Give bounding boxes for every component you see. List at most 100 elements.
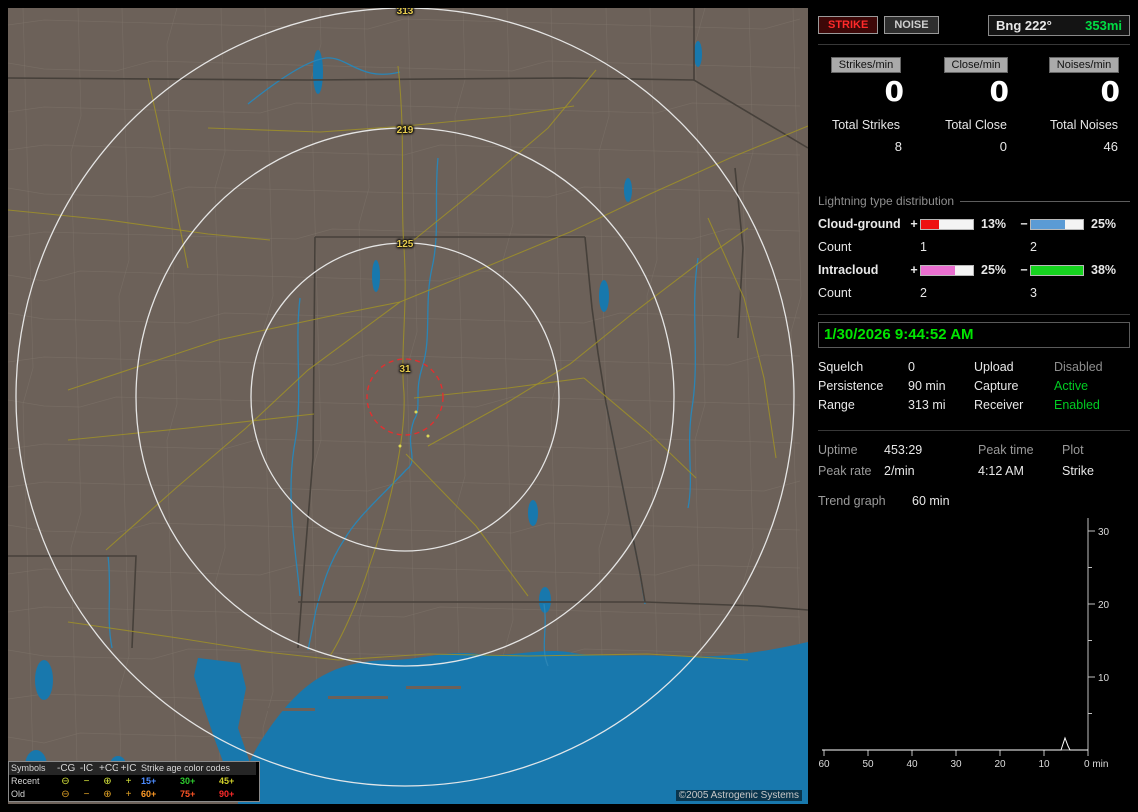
cg-negative-bar (1030, 218, 1084, 230)
age-30: 30+ (180, 776, 196, 786)
old-neg-ic-symbol: − (83, 789, 90, 800)
lightning-distribution-table: Cloud-ground + 13% − 25% Count 1 2 Intra… (818, 217, 1130, 300)
mode-toolbar: STRIKE NOISE Bng 222° 353mi (818, 14, 1130, 36)
legend-col-pos-cg: +CG (97, 762, 120, 775)
bearing-value: Bng 222° (996, 17, 1052, 33)
plot-label: Plot (1062, 443, 1084, 457)
peak-rate-label: Peak rate (818, 464, 872, 478)
close-counter: Close/min 0 Total Close 0 (933, 57, 1019, 154)
persistence-label: Persistence (818, 379, 884, 393)
peak-time-label: Peak time (978, 443, 1034, 457)
squelch-label: Squelch (818, 360, 864, 374)
range-setting-value: 313 mi (908, 398, 946, 412)
old-pos-ic-symbol: + (125, 789, 132, 800)
total-close-label: Total Close (945, 118, 1007, 132)
datetime-display: 1/30/2026 9:44:52 AM (818, 322, 1130, 348)
cg-negative-fill (1031, 219, 1066, 229)
recent-pos-ic-symbol: + (125, 776, 132, 787)
old-pos-cg-symbol: ⊕ (103, 789, 112, 800)
squelch-value: 0 (908, 360, 915, 374)
old-neg-cg-symbol: ⊖ (61, 789, 70, 800)
divider (818, 44, 1130, 45)
ic-count-label: Count (818, 286, 852, 300)
plus-sign: + (910, 263, 918, 277)
age-45: 45+ (219, 776, 235, 786)
lake (694, 41, 702, 67)
receiver-label: Receiver (974, 398, 1024, 412)
ic-positive-fill (921, 265, 956, 275)
ic-negative-bar (1030, 264, 1084, 276)
legend-col-pos-ic: +IC (118, 762, 139, 775)
recent-pos-cg-symbol: ⊕ (103, 776, 112, 787)
y-tick-30: 30 (1098, 527, 1110, 538)
age-75: 75+ (180, 789, 196, 799)
bearing-distance: 353mi (1085, 17, 1122, 33)
recent-neg-cg-symbol: ⊖ (61, 776, 70, 787)
cloud-ground-label: Cloud-ground (818, 217, 901, 231)
lightning-map: 313 219 125 31 ©2005 Astrogenic Systems … (8, 8, 808, 804)
legend-recent-label: Recent (11, 776, 40, 786)
plus-sign: + (910, 217, 918, 231)
total-close-value: 0 (999, 139, 1007, 154)
y-tick-20: 20 (1098, 600, 1110, 611)
trend-axes (822, 518, 1095, 756)
lake (599, 280, 609, 312)
lake (313, 50, 323, 94)
status-panel: STRIKE NOISE Bng 222° 353mi Strikes/min … (818, 8, 1130, 804)
ic-negative-pct: 38% (1091, 263, 1117, 277)
distribution-title: Lightning type distribution (818, 194, 955, 208)
lake (35, 660, 53, 700)
cg-count-label: Count (818, 240, 852, 254)
age-15: 15+ (141, 776, 157, 786)
strike-trend-line (822, 736, 1088, 751)
trend-graph: 30 20 10 60 50 40 30 20 10 0 min (818, 518, 1110, 770)
copyright-text: ©2005 Astrogenic Systems (675, 790, 802, 801)
ic-positive-count: 2 (920, 286, 927, 300)
receiver-status-table: Squelch 0 Upload Disabled Persistence 90… (818, 360, 1130, 412)
divider (818, 314, 1130, 315)
x-tick-60: 60 (818, 759, 830, 770)
divider (818, 430, 1130, 431)
noises-per-min-value: 0 (1100, 75, 1120, 108)
cg-positive-count: 1 (920, 240, 927, 254)
cg-negative-count: 2 (1030, 240, 1037, 254)
legend-symbols-header: Symbols (9, 762, 55, 775)
total-strikes-label: Total Strikes (831, 118, 901, 132)
legend-col-neg-ic: -IC (76, 762, 97, 775)
app-window: 313 219 125 31 ©2005 Astrogenic Systems … (0, 0, 1138, 812)
minus-sign: − (1020, 217, 1028, 231)
lake (624, 178, 632, 202)
session-stats-table: Uptime 453:29 Peak time Plot Peak rate 2… (818, 443, 1130, 478)
range-label-219: 219 (396, 125, 414, 136)
cg-positive-fill (921, 219, 939, 229)
ic-negative-fill (1031, 265, 1083, 275)
strikes-per-min-button[interactable]: Strikes/min (830, 57, 902, 73)
plot-value: Strike (1062, 464, 1094, 478)
age-60: 60+ (141, 789, 157, 799)
total-noises-value: 46 (1103, 139, 1118, 154)
close-per-min-button[interactable]: Close/min (943, 57, 1009, 73)
persistence-value: 90 min (908, 379, 946, 393)
trend-label: Trend graph (818, 494, 886, 508)
upload-label: Upload (974, 360, 1014, 374)
strikes-counter: Strikes/min 0 Total Strikes 8 (818, 57, 914, 154)
receiver-value: Enabled (1054, 398, 1100, 412)
x-tick-0: 0 min (1084, 759, 1108, 770)
x-tick-50: 50 (862, 759, 874, 770)
legend-col-neg-cg: -CG (55, 762, 76, 775)
noise-mode-button[interactable]: NOISE (884, 16, 939, 34)
noises-per-min-button[interactable]: Noises/min (1048, 57, 1120, 73)
close-per-min-value: 0 (989, 75, 1009, 108)
range-setting-label: Range (818, 398, 855, 412)
legend-old-label: Old (11, 789, 26, 799)
cg-negative-pct: 25% (1091, 217, 1117, 231)
heading-rule (960, 200, 1130, 202)
age-90: 90+ (219, 789, 235, 799)
strike-mode-button[interactable]: STRIKE (818, 16, 879, 34)
lake (528, 500, 538, 526)
recent-neg-ic-symbol: − (83, 776, 90, 787)
range-label-125: 125 (396, 239, 414, 250)
range-label-313: 313 (396, 8, 414, 17)
x-tick-20: 20 (994, 759, 1006, 770)
capture-value: Active (1054, 379, 1089, 393)
